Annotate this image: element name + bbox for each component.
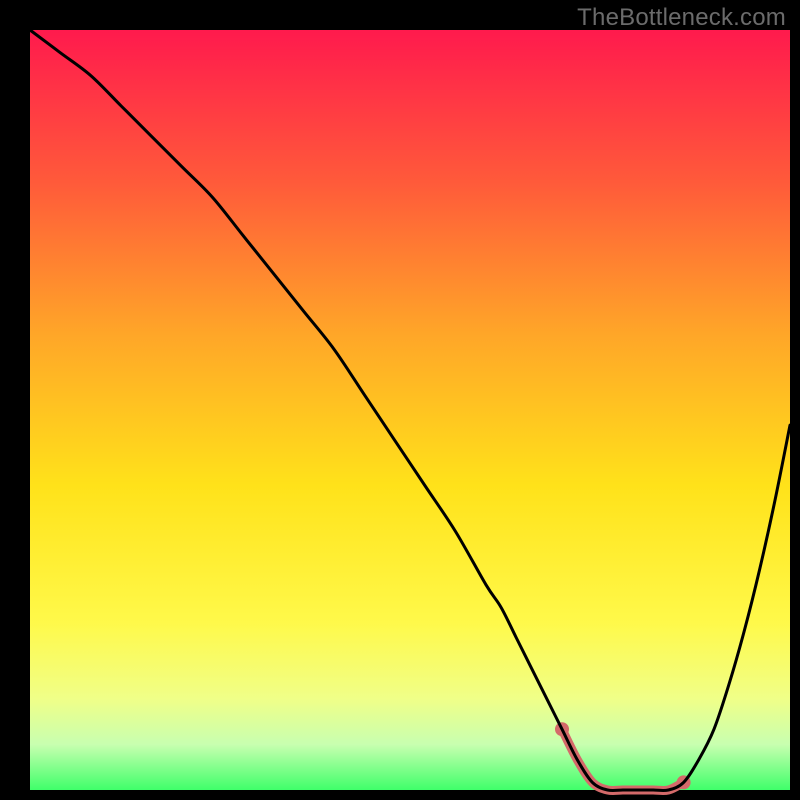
chart-stage: TheBottleneck.com <box>0 0 800 800</box>
chart-svg <box>0 0 800 800</box>
watermark-text: TheBottleneck.com <box>577 4 786 32</box>
plot-background <box>30 30 790 790</box>
